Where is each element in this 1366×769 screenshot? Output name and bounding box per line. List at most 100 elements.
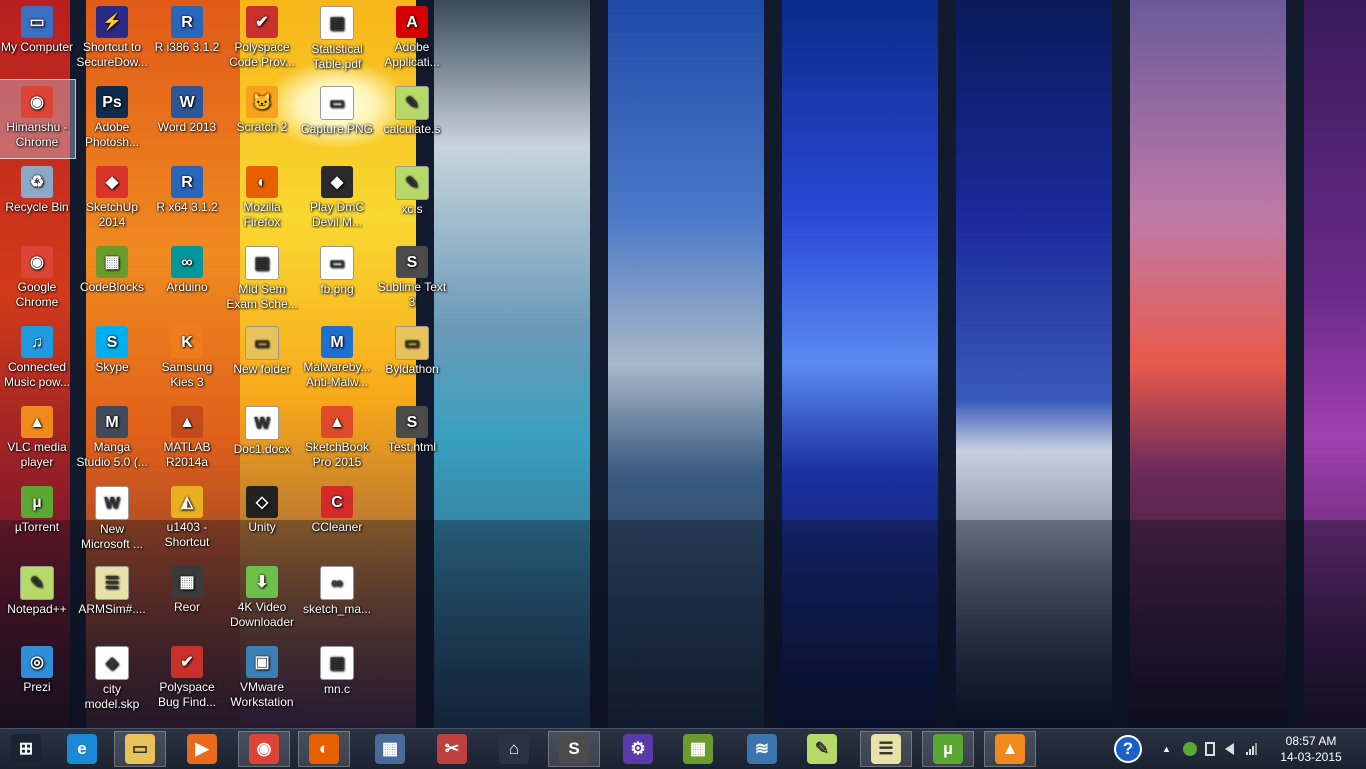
desktop-icon[interactable]: ✎ Notepad++ <box>0 560 75 638</box>
codeblocks-button[interactable]: ▦ <box>672 731 724 767</box>
armsim-button[interactable]: ☰ <box>860 731 912 767</box>
desktop-icon[interactable]: ✔ Polyspace Bug Find... <box>149 640 225 718</box>
desktop-icon-label: CCleaner <box>311 520 363 534</box>
snipping-tool-button[interactable]: ✂ <box>426 731 478 767</box>
sublime-button[interactable]: S <box>548 731 600 767</box>
desktop-icon[interactable]: ▲ VLC media player <box>0 400 75 478</box>
desktop-icon[interactable]: ◐ Mozilla Firefox <box>224 160 300 238</box>
desktop-icon[interactable]: ▦ Reor <box>149 560 225 638</box>
desktop-icon[interactable]: ☰ ARMSim#.... <box>74 560 150 638</box>
desktop-icon-label: Samsung Kies 3 <box>161 360 213 389</box>
calculator-button[interactable]: ▦ <box>364 731 416 767</box>
desktop-icon[interactable]: ◭ u1403 - Shortcut <box>149 480 225 558</box>
vlc-button[interactable]: ▲ <box>984 731 1036 767</box>
desktop-icon[interactable]: ▭ Capture.PNG <box>299 80 375 158</box>
desktop-icon-label: Arduino <box>166 280 208 294</box>
taskbar-clock[interactable]: 08:57 AM 14-03-2015 <box>1276 733 1346 765</box>
desktop-icon[interactable]: ◆ city model.skp <box>74 640 150 718</box>
windows-logo-icon: ⊞ <box>11 734 41 764</box>
folder-icon: ▭ <box>125 734 155 764</box>
desktop-icon[interactable]: µ µTorrent <box>0 480 75 558</box>
desktop-icon[interactable]: ◉ Himanshu - Chrome <box>0 79 76 159</box>
desktop-icon[interactable]: W Doc1.docx <box>224 400 300 478</box>
desktop-icon[interactable]: 🐱 Scratch 2 <box>224 80 300 158</box>
desktop-icon[interactable]: R R x64 3.1.2 <box>149 160 225 238</box>
matlab-icon: ▲ <box>171 406 203 438</box>
home-button[interactable]: ⌂ <box>488 731 540 767</box>
music-icon: ♫ <box>21 326 53 358</box>
desktop-icon[interactable]: ∞ Arduino <box>149 240 225 318</box>
utorrent-button[interactable]: µ <box>922 731 974 767</box>
utorrent-tray-icon[interactable] <box>1182 742 1197 756</box>
desktop-icon[interactable]: ✎ xc.s <box>374 160 450 238</box>
desktop-icon[interactable]: ♻ Recycle Bin <box>0 160 75 238</box>
chrome-button[interactable]: ◉ <box>238 731 290 767</box>
desktop-icon[interactable]: ♫ Connected Music pow... <box>0 320 75 398</box>
utorrent-icon: µ <box>21 486 53 518</box>
desktop-icon[interactable]: ▭ New folder <box>224 320 300 398</box>
desktop-icon[interactable]: S Skype <box>74 320 150 398</box>
desktop-icon[interactable]: C CCleaner <box>299 480 375 558</box>
sketchup-icon: ◆ <box>96 166 128 198</box>
desktop-icon[interactable]: W New Microsoft ... <box>74 480 150 558</box>
notepad-plus-file-icon: ✎ <box>395 166 429 200</box>
sketchbook-icon: ▲ <box>321 406 353 438</box>
desktop-icon[interactable]: ⬇ 4K Video Downloader <box>224 560 300 638</box>
desktop-icon-label: mn.c <box>323 682 350 696</box>
settings-button[interactable]: ⚙ <box>612 731 664 767</box>
desktop-icon[interactable]: ◎ Prezi <box>0 640 75 718</box>
volume-icon[interactable] <box>1224 743 1234 755</box>
desktop-icon[interactable]: ◇ Unity <box>224 480 300 558</box>
desktop-icon[interactable]: ▣ VMware Workstation <box>224 640 300 718</box>
file-explorer-button[interactable]: ▭ <box>114 731 166 767</box>
desktop-icon[interactable]: ✎ calculate.s <box>374 80 450 158</box>
samsung-kies-icon: K <box>171 326 203 358</box>
chrome-icon: ◉ <box>21 86 53 118</box>
desktop-icon[interactable]: K Samsung Kies 3 <box>149 320 225 398</box>
desktop-icon-label: city model.skp <box>84 682 140 711</box>
help-icon[interactable]: ? <box>1114 735 1142 763</box>
notepad-plus-button[interactable]: ✎ <box>796 731 848 767</box>
desktop-icon[interactable]: R R i386 3.1.2 <box>149 0 225 78</box>
desktop-icon[interactable]: ◆ SketchUp 2014 <box>74 160 150 238</box>
desktop-icon[interactable]: M Malwareby... Anti-Malw... <box>299 320 375 398</box>
recycle-bin-icon: ♻ <box>21 166 53 198</box>
desktop-icon[interactable]: ▭ Byldathon <box>374 320 450 398</box>
desktop-icon-label: Scratch 2 <box>236 120 288 134</box>
show-hidden-icons-chevron-icon[interactable]: ▲ <box>1162 744 1171 754</box>
media-player-button[interactable]: ▶ <box>176 731 228 767</box>
desktop-icon[interactable]: ▦ CodeBlocks <box>74 240 150 318</box>
pdf-file-icon: ▤ <box>245 246 279 280</box>
sublime-icon: S <box>559 734 589 764</box>
desktop-icon[interactable]: Ps Adobe Photosh... <box>74 80 150 158</box>
device-tray-icon[interactable] <box>1204 742 1215 756</box>
desktop-icon[interactable]: ▤ mn.c <box>299 640 375 718</box>
desktop-icon[interactable]: ▭ fb.png <box>299 240 375 318</box>
firefox-button[interactable]: ◐ <box>298 731 350 767</box>
desktop-icon[interactable]: M Manga Studio 5.0 (... <box>74 400 150 478</box>
desktop-icon-label: Recycle Bin <box>5 200 69 214</box>
desktop-icon[interactable]: ⚡ Shortcut to SecureDow... <box>74 0 150 78</box>
desktop-icon[interactable]: ▭ My Computer <box>0 0 75 78</box>
desktop-icon[interactable]: ▲ MATLAB R2014a <box>149 400 225 478</box>
desktop-icon-label: xc.s <box>401 202 423 216</box>
desktop-icon-label: Reor <box>173 600 200 614</box>
desktop-icon[interactable]: W Word 2013 <box>149 80 225 158</box>
desktop-icon[interactable]: ∞ sketch_ma... <box>299 560 375 638</box>
desktop-icon[interactable]: ◆ Play DmC Devil M... <box>299 160 375 238</box>
desktop-icon-label: calculate.s <box>383 122 441 136</box>
python-button[interactable]: ≋ <box>736 731 788 767</box>
desktop-icon[interactable]: ▤ Mid Sem Exam Sche... <box>224 240 300 318</box>
desktop-icon[interactable]: ▤ Statistical Table.pdf <box>299 0 375 78</box>
desktop-icon[interactable]: S Sublime Text 3 <box>374 240 450 318</box>
desktop-icon[interactable]: S Test.html <box>374 400 450 478</box>
desktop-icon[interactable]: ◉ Google Chrome <box>0 240 75 318</box>
desktop-icon[interactable]: A Adobe Applicati... <box>374 0 450 78</box>
start-button[interactable]: ⊞ <box>0 731 52 767</box>
firefox-icon: ◐ <box>309 734 339 764</box>
ie-button[interactable]: e <box>56 731 108 767</box>
word-doc-icon: W <box>245 406 279 440</box>
desktop-icon[interactable]: ✔ Polyspace Code Prov... <box>224 0 300 78</box>
network-signal-icon[interactable] <box>1245 743 1257 755</box>
desktop-icon[interactable]: ▲ SketchBook Pro 2015 <box>299 400 375 478</box>
